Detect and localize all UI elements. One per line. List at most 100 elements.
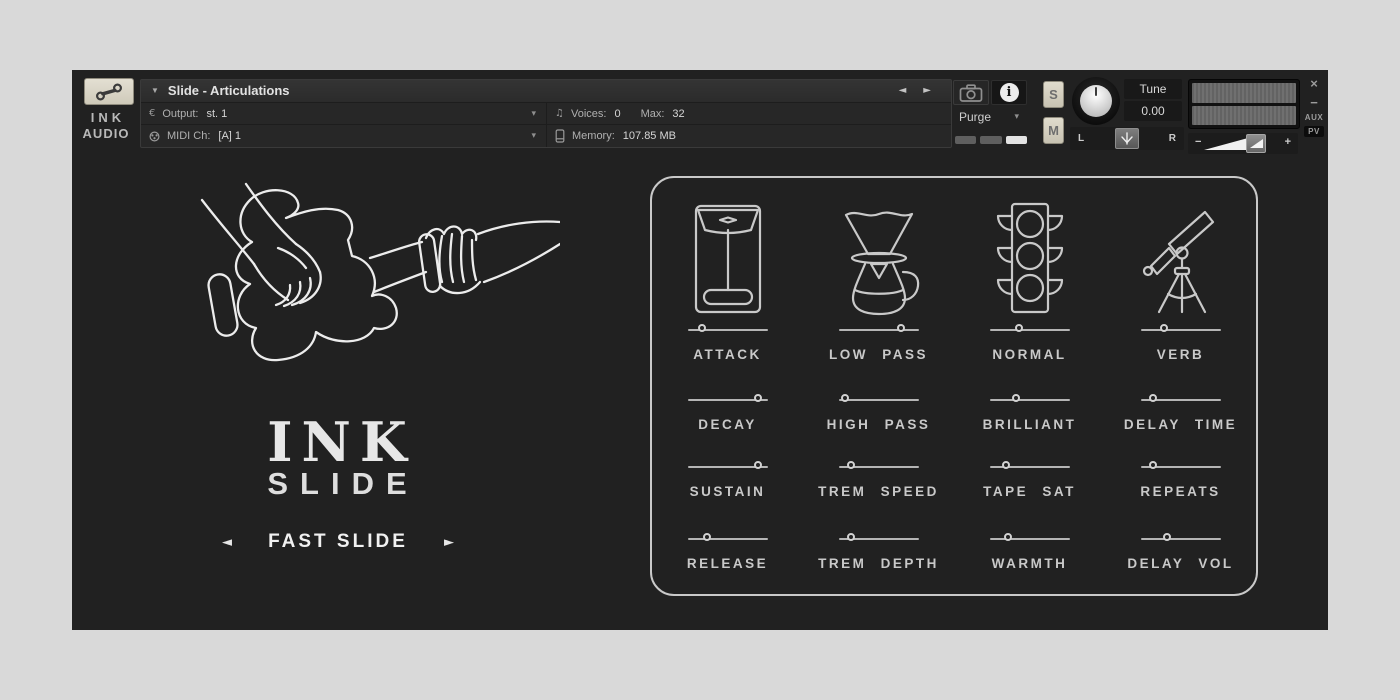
articulation-next-arrow[interactable]: ► xyxy=(444,535,454,550)
verb-label: VERB xyxy=(1105,347,1256,362)
purge-level-indicator xyxy=(955,136,1027,144)
release-slider-knob[interactable] xyxy=(703,533,711,541)
title-bar[interactable]: ▼ Slide - Articulations ◄ ► xyxy=(141,80,951,103)
verb-slider[interactable] xyxy=(1141,324,1221,336)
memory-value: 107.85 MB xyxy=(623,130,676,142)
release-slider[interactable] xyxy=(688,533,768,545)
brand-logo: INK AUDIO xyxy=(72,110,140,143)
trem-depth-slider-knob[interactable] xyxy=(847,533,855,541)
decay-slider-knob[interactable] xyxy=(754,394,762,402)
chevron-down-icon[interactable]: ▾ xyxy=(531,109,538,119)
voices-label: Voices: xyxy=(571,108,606,120)
chevron-down-icon[interactable]: ▾ xyxy=(531,131,538,141)
window-edge-controls: × − AUX PV xyxy=(1301,76,1327,137)
instrument-header: ▼ Slide - Articulations ◄ ► € Output: st… xyxy=(140,79,952,148)
edit-instrument-button[interactable] xyxy=(84,78,134,105)
volume-handle[interactable] xyxy=(1246,134,1266,153)
tune-value[interactable]: 0.00 xyxy=(1124,101,1182,121)
purge-dropdown[interactable]: Purge ▾ xyxy=(953,106,1027,127)
envelope-column: ATTACK DECAY SUSTAIN RELEASE xyxy=(652,178,803,594)
delay-vol-slider[interactable] xyxy=(1141,533,1221,545)
delay-vol-slider-knob[interactable] xyxy=(1163,533,1171,541)
telescope-icon xyxy=(1135,198,1227,318)
brilliant-slider-knob[interactable] xyxy=(1012,394,1020,402)
tune-knob[interactable] xyxy=(1072,77,1120,125)
output-value: st. 1 xyxy=(206,108,227,120)
normal-slider-knob[interactable] xyxy=(1015,324,1023,332)
repeats-slider[interactable] xyxy=(1141,461,1221,473)
chevron-down-icon: ▾ xyxy=(1014,112,1019,122)
traffic-light-icon xyxy=(984,198,1076,318)
info-button[interactable]: i xyxy=(991,80,1027,105)
collapse-arrow-icon[interactable]: ▼ xyxy=(151,86,159,95)
repeats-slider-knob[interactable] xyxy=(1149,461,1157,469)
space-column: VERB DELAY TIME REPEATS DELAY VOL xyxy=(1105,178,1256,594)
volume-plus[interactable]: + xyxy=(1285,136,1291,148)
high-pass-slider[interactable] xyxy=(839,394,919,406)
articulation-prev-arrow[interactable]: ◄ xyxy=(222,535,232,550)
attack-slider[interactable] xyxy=(688,324,768,336)
warmth-slider-knob[interactable] xyxy=(1004,533,1012,541)
sustain-label: SUSTAIN xyxy=(652,484,803,499)
trem-speed-label: TREM SPEED xyxy=(803,484,954,499)
high-pass-label: HIGH PASS xyxy=(803,417,954,432)
verb-slider-knob[interactable] xyxy=(1160,324,1168,332)
solo-button[interactable]: S xyxy=(1043,81,1064,108)
high-pass-slider-knob[interactable] xyxy=(841,394,849,402)
warmth-slider[interactable] xyxy=(990,533,1070,545)
attack-slider-knob[interactable] xyxy=(698,324,706,332)
mute-button[interactable]: M xyxy=(1043,117,1064,144)
trem-speed-slider-knob[interactable] xyxy=(847,461,855,469)
normal-slider[interactable] xyxy=(990,324,1070,336)
next-instrument-arrow[interactable]: ► xyxy=(923,85,931,96)
sustain-slider-knob[interactable] xyxy=(754,461,762,469)
voices-value: 0 xyxy=(614,108,620,120)
midi-channel-select[interactable]: MIDI Ch: [A] 1 ▾ xyxy=(141,125,547,147)
volume-minus[interactable]: − xyxy=(1195,136,1201,148)
delay-time-slider-knob[interactable] xyxy=(1149,394,1157,402)
articulation-selector: ◄ FAST SLIDE ► xyxy=(222,529,454,555)
decay-label: DECAY xyxy=(652,417,803,432)
trem-depth-slider[interactable] xyxy=(839,533,919,545)
trem-speed-slider[interactable] xyxy=(839,461,919,473)
low-pass-label: LOW PASS xyxy=(803,347,954,362)
prev-instrument-arrow[interactable]: ◄ xyxy=(899,85,907,96)
delay-time-slider[interactable] xyxy=(1141,394,1221,406)
pan-right-label: R xyxy=(1169,133,1176,144)
output-label: Output: xyxy=(162,108,198,120)
header-row-midi: MIDI Ch: [A] 1 ▾ Memory: 107.85 MB xyxy=(141,125,951,147)
brilliant-slider[interactable] xyxy=(990,394,1070,406)
output-jack-icon: € xyxy=(149,108,155,119)
tune-knob-cap xyxy=(1080,85,1112,117)
delay-time-label: DELAY TIME xyxy=(1105,417,1256,432)
volume-slider[interactable]: − + xyxy=(1188,133,1298,154)
low-pass-slider[interactable] xyxy=(839,324,919,336)
pan-slider[interactable]: L R xyxy=(1070,127,1184,150)
trem-depth-label: TREM DEPTH xyxy=(803,556,954,571)
midi-connector-icon xyxy=(149,131,160,142)
level-meter-right xyxy=(1192,106,1296,126)
max-label: Max: xyxy=(641,108,665,120)
delay-vol-label: DELAY VOL xyxy=(1105,556,1256,571)
minimize-button[interactable]: − xyxy=(1310,95,1318,111)
purge-bar-active xyxy=(1006,136,1027,144)
output-select[interactable]: € Output: st. 1 ▾ xyxy=(141,103,547,125)
articulation-name[interactable]: FAST SLIDE xyxy=(268,531,408,553)
instrument-title: Slide - Articulations xyxy=(168,83,290,98)
tape-sat-slider[interactable] xyxy=(990,461,1070,473)
pv-button[interactable]: PV xyxy=(1304,126,1324,138)
snapshot-button[interactable] xyxy=(953,80,989,105)
aux-button[interactable]: AUX xyxy=(1305,113,1323,123)
tape-sat-slider-knob[interactable] xyxy=(1002,461,1010,469)
low-pass-slider-knob[interactable] xyxy=(897,324,905,332)
attack-label: ATTACK xyxy=(652,347,803,362)
pan-handle[interactable] xyxy=(1115,128,1139,149)
brand-line1: INK xyxy=(72,110,140,126)
purge-label: Purge xyxy=(959,110,991,124)
decay-slider[interactable] xyxy=(688,394,768,406)
tune-label: Tune xyxy=(1124,79,1182,99)
close-button[interactable]: × xyxy=(1310,76,1318,92)
sustain-slider[interactable] xyxy=(688,461,768,473)
purge-bar xyxy=(955,136,976,144)
filter-column: LOW PASS HIGH PASS TREM SPEED TREM DEPTH xyxy=(803,178,954,594)
